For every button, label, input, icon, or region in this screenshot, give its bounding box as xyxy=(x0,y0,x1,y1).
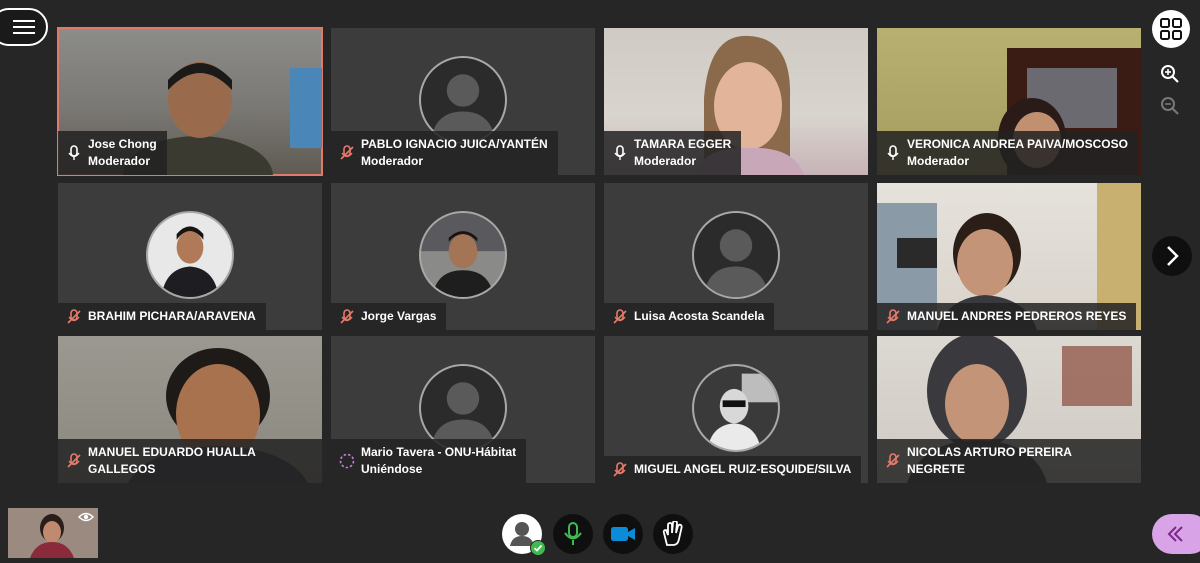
participant-tile[interactable]: MIGUEL ANGEL RUIZ-ESQUIDE/SILVA xyxy=(604,336,868,483)
participant-tile[interactable]: TAMARA EGGER Moderador xyxy=(604,28,868,175)
participant-tile[interactable]: Jose Chong Moderador xyxy=(57,27,323,176)
microphone-muted-icon xyxy=(67,453,81,468)
avatar xyxy=(692,364,780,452)
participant-tile[interactable]: Mario Tavera - ONU-Hábitat Uniéndose xyxy=(331,336,595,483)
participant-photo xyxy=(161,226,219,297)
participant-name: BRAHIM PICHARA/ARAVENA xyxy=(88,309,256,323)
zoom-out-icon xyxy=(1161,97,1179,115)
participant-label: MIGUEL ANGEL RUIZ-ESQUIDE/SILVA xyxy=(604,456,862,483)
raise-hand-icon xyxy=(662,521,683,546)
camera-button[interactable] xyxy=(603,514,643,554)
participant-label: TAMARA EGGER Moderador xyxy=(604,131,742,175)
participant-label: PABLO IGNACIO JUICA/YANTÉN Moderador xyxy=(331,131,558,175)
participant-tile[interactable]: PABLO IGNACIO JUICA/YANTÉN Moderador xyxy=(331,28,595,175)
participant-tile[interactable]: BRAHIM PICHARA/ARAVENA xyxy=(58,183,322,330)
eye-icon[interactable] xyxy=(78,511,94,523)
microphone-icon xyxy=(887,145,899,160)
participant-role: Moderador xyxy=(88,154,151,168)
menu-button[interactable] xyxy=(0,8,48,46)
participant-name: TAMARA EGGER xyxy=(634,137,732,151)
participant-name: MIGUEL ANGEL RUIZ-ESQUIDE/SILVA xyxy=(634,462,852,476)
participant-label: Jose Chong Moderador xyxy=(58,131,167,175)
microphone-muted-icon xyxy=(340,308,354,324)
participant-label: Luisa Acosta Scandela xyxy=(604,303,775,330)
participant-label: Mario Tavera - ONU-Hábitat Uniéndose xyxy=(331,439,527,483)
next-page-button[interactable] xyxy=(1152,236,1192,276)
microphone-muted-icon xyxy=(886,308,900,324)
participant-role: Moderador xyxy=(907,154,970,168)
microphone-muted-icon xyxy=(340,145,354,160)
participant-tile[interactable]: MANUEL ANDRES PEDREROS REYES xyxy=(877,183,1141,330)
participant-tile[interactable]: Luisa Acosta Scandela xyxy=(604,183,868,330)
microphone-muted-icon xyxy=(613,461,627,477)
default-avatar-icon xyxy=(430,74,496,142)
participant-role: Moderador xyxy=(361,154,424,168)
participant-role: Moderador xyxy=(634,154,697,168)
user-status-button[interactable] xyxy=(502,514,546,556)
participant-name: Luisa Acosta Scandela xyxy=(634,309,765,323)
participant-name: PABLO IGNACIO JUICA/YANTÉN xyxy=(361,137,548,151)
microphone-icon xyxy=(68,145,80,160)
participant-tile[interactable]: VERONICA ANDREA PAIVA/MOSCOSO Moderador xyxy=(877,28,1141,175)
double-chevron-left-icon xyxy=(1167,526,1183,542)
zoom-in-icon xyxy=(1161,65,1179,83)
microphone-icon xyxy=(614,145,626,160)
microphone-muted-icon xyxy=(886,453,900,468)
default-avatar-icon xyxy=(703,229,769,297)
avatar xyxy=(146,211,234,299)
participant-photo xyxy=(694,366,778,450)
participant-tile[interactable]: Jorge Vargas xyxy=(331,183,595,330)
joining-spinner-icon xyxy=(339,453,355,469)
participant-name: Jose Chong xyxy=(88,137,157,151)
microphone-muted-icon xyxy=(67,308,81,324)
grid-view-icon xyxy=(1160,18,1182,40)
chat-panel-toggle[interactable] xyxy=(1152,514,1200,554)
participant-name: Mario Tavera - ONU-Hábitat xyxy=(361,445,517,459)
participant-role: Uniéndose xyxy=(361,462,423,476)
avatar xyxy=(419,211,507,299)
participant-name: NICOLAS ARTURO PEREIRA NEGRETE xyxy=(907,445,1072,476)
raise-hand-button[interactable] xyxy=(653,514,693,554)
participant-label: VERONICA ANDREA PAIVA/MOSCOSO Moderador xyxy=(877,131,1138,175)
participant-label: Jorge Vargas xyxy=(331,303,447,330)
microphone-muted-icon xyxy=(613,308,627,324)
grid-view-button[interactable] xyxy=(1152,10,1190,48)
microphone-button[interactable] xyxy=(553,514,593,554)
participant-name: MANUEL ANDRES PEDREROS REYES xyxy=(907,309,1127,323)
avatar xyxy=(692,211,780,299)
participant-name: Jorge Vargas xyxy=(361,309,437,323)
participant-label: NICOLAS ARTURO PEREIRA NEGRETE xyxy=(877,439,1141,483)
participant-tile[interactable]: MANUEL EDUARDO HUALLA GALLEGOS xyxy=(58,336,322,483)
microphone-icon xyxy=(564,522,582,545)
camera-icon xyxy=(611,527,635,541)
default-avatar-icon xyxy=(430,382,496,450)
participant-name: MANUEL EDUARDO HUALLA GALLEGOS xyxy=(88,445,256,476)
available-check-icon xyxy=(530,540,546,556)
participant-label: MANUEL EDUARDO HUALLA GALLEGOS xyxy=(58,439,322,483)
participant-name: VERONICA ANDREA PAIVA/MOSCOSO xyxy=(907,137,1128,151)
participant-label: MANUEL ANDRES PEDREROS REYES xyxy=(877,303,1137,330)
self-view-video[interactable] xyxy=(8,508,98,558)
chevron-right-icon xyxy=(1167,246,1179,266)
zoom-in-button[interactable] xyxy=(1152,56,1188,92)
zoom-out-button[interactable] xyxy=(1152,88,1188,124)
participant-label: BRAHIM PICHARA/ARAVENA xyxy=(58,303,266,330)
participant-photo xyxy=(421,213,505,297)
hamburger-icon xyxy=(13,20,35,34)
participant-tile[interactable]: NICOLAS ARTURO PEREIRA NEGRETE xyxy=(877,336,1141,483)
